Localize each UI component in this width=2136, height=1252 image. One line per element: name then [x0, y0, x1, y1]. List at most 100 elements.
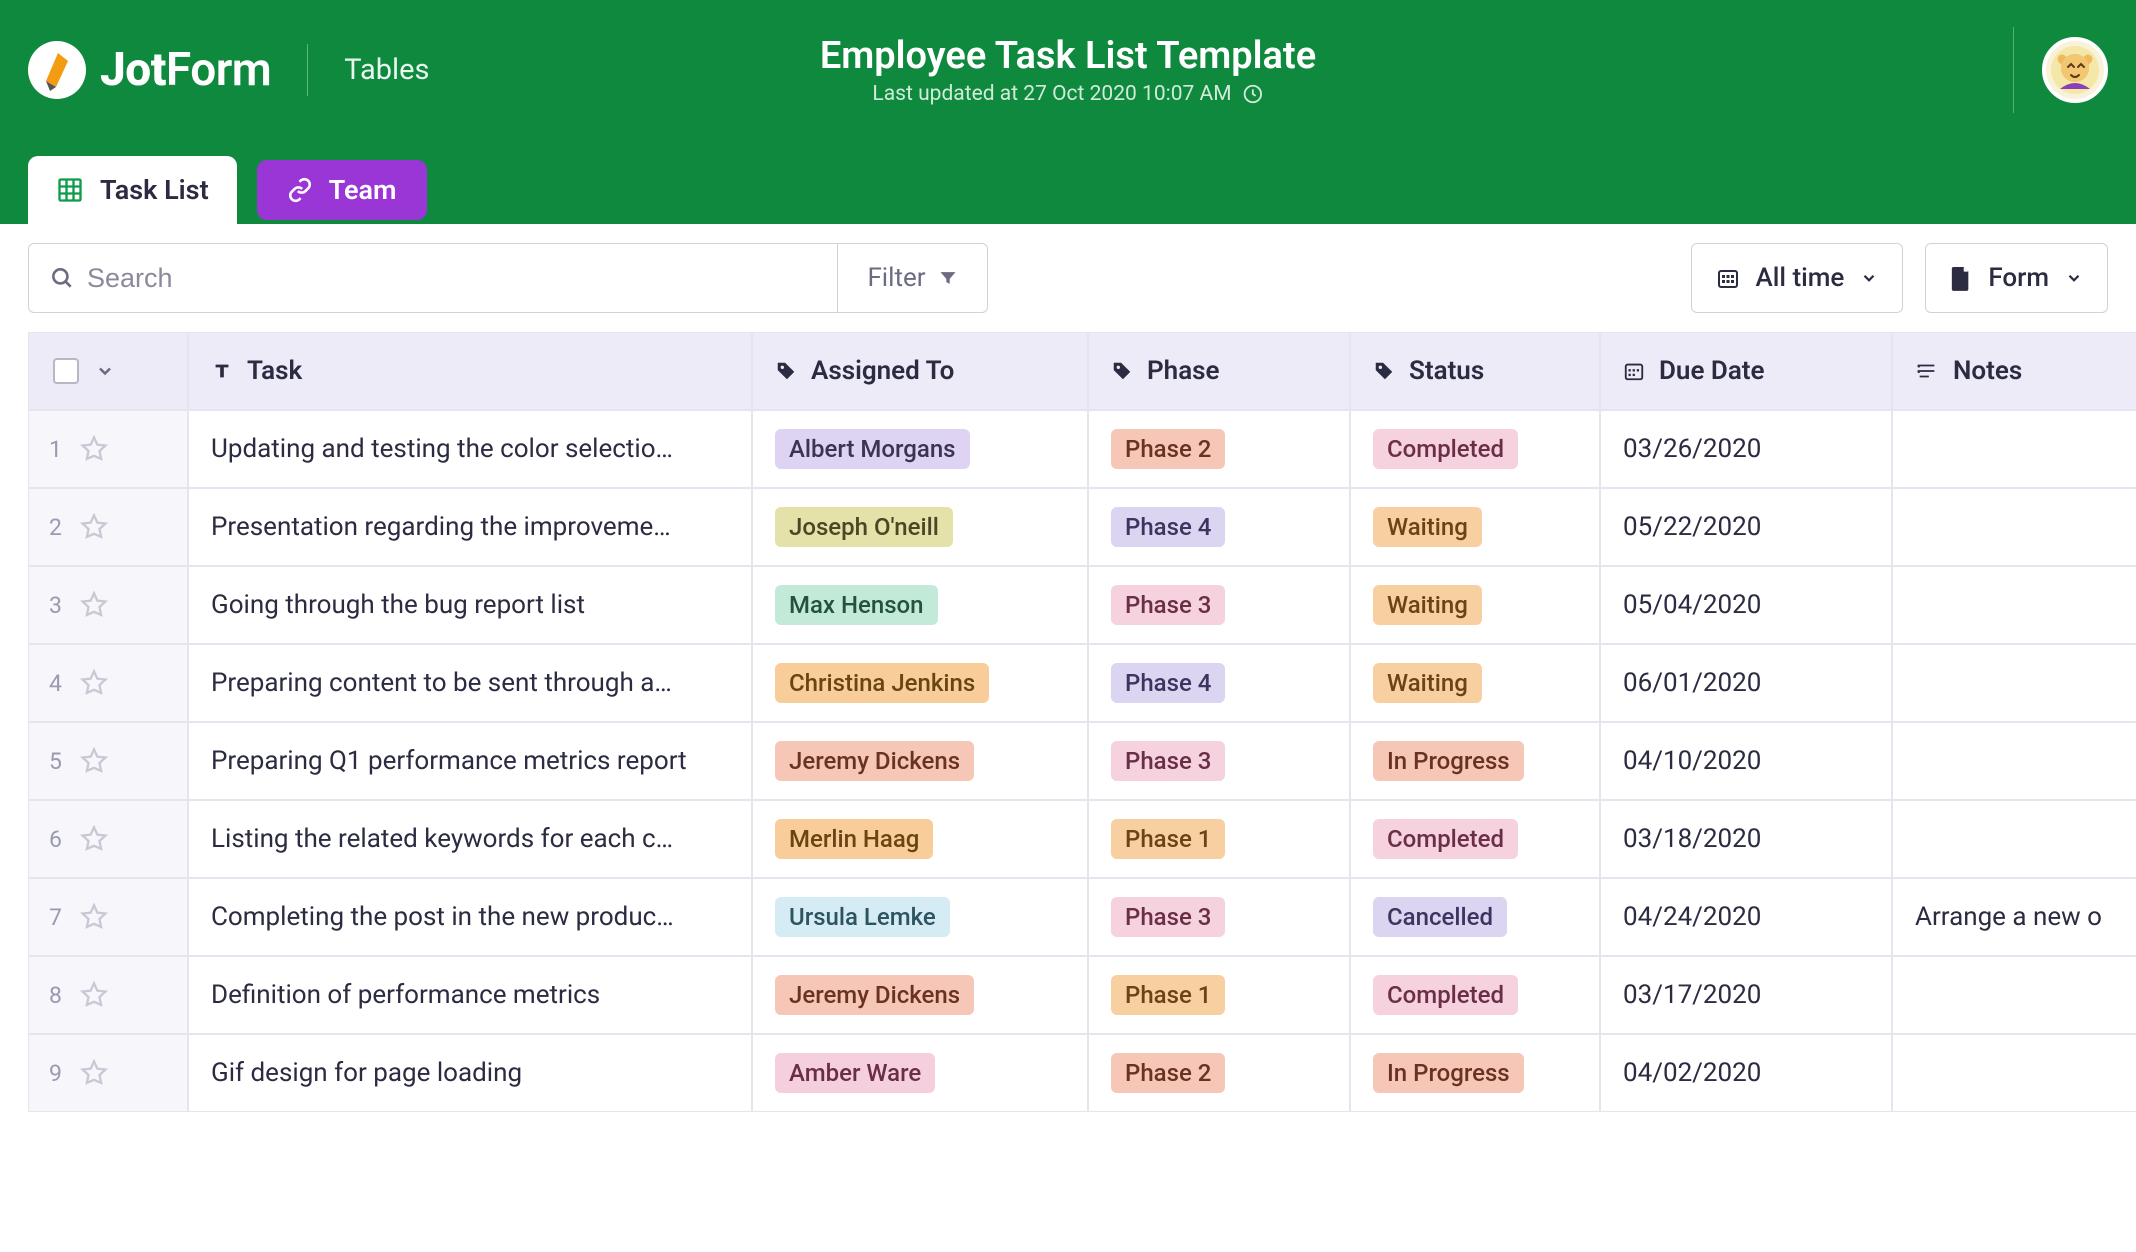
phase-cell[interactable]: Phase 3	[1088, 566, 1350, 644]
tab-task-list[interactable]: Task List	[28, 156, 237, 224]
status-cell[interactable]: Completed	[1350, 410, 1600, 488]
phase-cell[interactable]: Phase 3	[1088, 878, 1350, 956]
row-number-cell[interactable]: 4	[28, 644, 188, 722]
status-cell[interactable]: In Progress	[1350, 1034, 1600, 1112]
tag-icon	[1111, 360, 1133, 382]
star-icon[interactable]	[80, 981, 108, 1009]
star-icon[interactable]	[80, 435, 108, 463]
search-input[interactable]	[87, 263, 817, 294]
phase-cell[interactable]: Phase 1	[1088, 800, 1350, 878]
star-icon[interactable]	[80, 591, 108, 619]
phase-cell[interactable]: Phase 3	[1088, 722, 1350, 800]
phase-cell[interactable]: Phase 2	[1088, 410, 1350, 488]
col-due-date[interactable]: Due Date	[1600, 332, 1892, 410]
due-date-cell[interactable]: 06/01/2020	[1600, 644, 1892, 722]
history-icon[interactable]	[1242, 83, 1264, 105]
assignee-cell[interactable]: Albert Morgans	[752, 410, 1088, 488]
tab-team[interactable]: Team	[257, 160, 427, 220]
page-title: Employee Task List Template	[820, 34, 1316, 78]
row-number-cell[interactable]: 3	[28, 566, 188, 644]
calendar-grid-icon	[1716, 266, 1740, 290]
due-date-cell[interactable]: 03/17/2020	[1600, 956, 1892, 1034]
star-icon[interactable]	[80, 1059, 108, 1087]
due-date-cell[interactable]: 03/18/2020	[1600, 800, 1892, 878]
phase-pill: Phase 1	[1111, 819, 1225, 859]
task-cell[interactable]: Preparing Q1 performance metrics report	[188, 722, 752, 800]
due-date-cell[interactable]: 05/22/2020	[1600, 488, 1892, 566]
star-icon[interactable]	[80, 747, 108, 775]
assignee-cell[interactable]: Ursula Lemke	[752, 878, 1088, 956]
due-date-cell[interactable]: 03/26/2020	[1600, 410, 1892, 488]
notes-cell[interactable]	[1892, 956, 2136, 1034]
assignee-cell[interactable]: Jeremy Dickens	[752, 722, 1088, 800]
star-icon[interactable]	[80, 513, 108, 541]
notes-cell[interactable]: Arrange a new o	[1892, 878, 2136, 956]
star-icon[interactable]	[80, 903, 108, 931]
chevron-down-icon	[1860, 269, 1878, 287]
assignee-cell[interactable]: Merlin Haag	[752, 800, 1088, 878]
status-cell[interactable]: Completed	[1350, 956, 1600, 1034]
toolbar: Filter All time Form	[0, 224, 2136, 332]
chevron-down-icon[interactable]	[95, 361, 115, 381]
notes-cell[interactable]	[1892, 488, 2136, 566]
assignee-pill: Joseph O'neill	[775, 507, 953, 547]
status-cell[interactable]: In Progress	[1350, 722, 1600, 800]
row-number-cell[interactable]: 9	[28, 1034, 188, 1112]
section-label: Tables	[344, 53, 429, 87]
notes-cell[interactable]	[1892, 1034, 2136, 1112]
phase-pill: Phase 3	[1111, 897, 1225, 937]
assignee-cell[interactable]: Joseph O'neill	[752, 488, 1088, 566]
task-cell[interactable]: Listing the related keywords for each c…	[188, 800, 752, 878]
task-cell[interactable]: Gif design for page loading	[188, 1034, 752, 1112]
status-cell[interactable]: Waiting	[1350, 566, 1600, 644]
due-date-cell[interactable]: 04/02/2020	[1600, 1034, 1892, 1112]
row-number-cell[interactable]: 8	[28, 956, 188, 1034]
phase-cell[interactable]: Phase 4	[1088, 488, 1350, 566]
due-date-cell[interactable]: 05/04/2020	[1600, 566, 1892, 644]
col-task[interactable]: Task	[188, 332, 752, 410]
assignee-cell[interactable]: Jeremy Dickens	[752, 956, 1088, 1034]
col-phase[interactable]: Phase	[1088, 332, 1350, 410]
col-assigned-to[interactable]: Assigned To	[752, 332, 1088, 410]
row-number-cell[interactable]: 2	[28, 488, 188, 566]
phase-cell[interactable]: Phase 2	[1088, 1034, 1350, 1112]
row-number-cell[interactable]: 7	[28, 878, 188, 956]
row-number-cell[interactable]: 5	[28, 722, 188, 800]
row-number-cell[interactable]: 6	[28, 800, 188, 878]
notes-cell[interactable]	[1892, 566, 2136, 644]
row-number-cell[interactable]: 1	[28, 410, 188, 488]
phase-cell[interactable]: Phase 1	[1088, 956, 1350, 1034]
assignee-cell[interactable]: Christina Jenkins	[752, 644, 1088, 722]
search-box[interactable]	[29, 244, 837, 312]
col-notes[interactable]: Notes	[1892, 332, 2136, 410]
task-cell[interactable]: Completing the post in the new produc…	[188, 878, 752, 956]
task-cell[interactable]: Updating and testing the color selectio…	[188, 410, 752, 488]
notes-cell[interactable]	[1892, 800, 2136, 878]
assignee-cell[interactable]: Max Henson	[752, 566, 1088, 644]
status-cell[interactable]: Completed	[1350, 800, 1600, 878]
task-cell[interactable]: Going through the bug report list	[188, 566, 752, 644]
star-icon[interactable]	[80, 669, 108, 697]
status-cell[interactable]: Waiting	[1350, 644, 1600, 722]
notes-cell[interactable]	[1892, 410, 2136, 488]
star-icon[interactable]	[80, 825, 108, 853]
assignee-cell[interactable]: Amber Ware	[752, 1034, 1088, 1112]
time-range-dropdown[interactable]: All time	[1691, 243, 1904, 313]
avatar[interactable]	[2042, 37, 2108, 103]
form-dropdown[interactable]: Form	[1925, 243, 2108, 313]
task-cell[interactable]: Preparing content to be sent through a…	[188, 644, 752, 722]
grid-icon	[56, 176, 84, 204]
filter-button[interactable]: Filter	[837, 244, 987, 312]
task-cell[interactable]: Presentation regarding the improveme…	[188, 488, 752, 566]
select-all-checkbox[interactable]	[53, 358, 79, 384]
task-cell[interactable]: Definition of performance metrics	[188, 956, 752, 1034]
due-date-cell[interactable]: 04/10/2020	[1600, 722, 1892, 800]
phase-cell[interactable]: Phase 4	[1088, 644, 1350, 722]
due-date-cell[interactable]: 04/24/2020	[1600, 878, 1892, 956]
col-status[interactable]: Status	[1350, 332, 1600, 410]
document-icon	[1950, 265, 1972, 291]
notes-cell[interactable]	[1892, 722, 2136, 800]
status-cell[interactable]: Cancelled	[1350, 878, 1600, 956]
status-cell[interactable]: Waiting	[1350, 488, 1600, 566]
notes-cell[interactable]	[1892, 644, 2136, 722]
